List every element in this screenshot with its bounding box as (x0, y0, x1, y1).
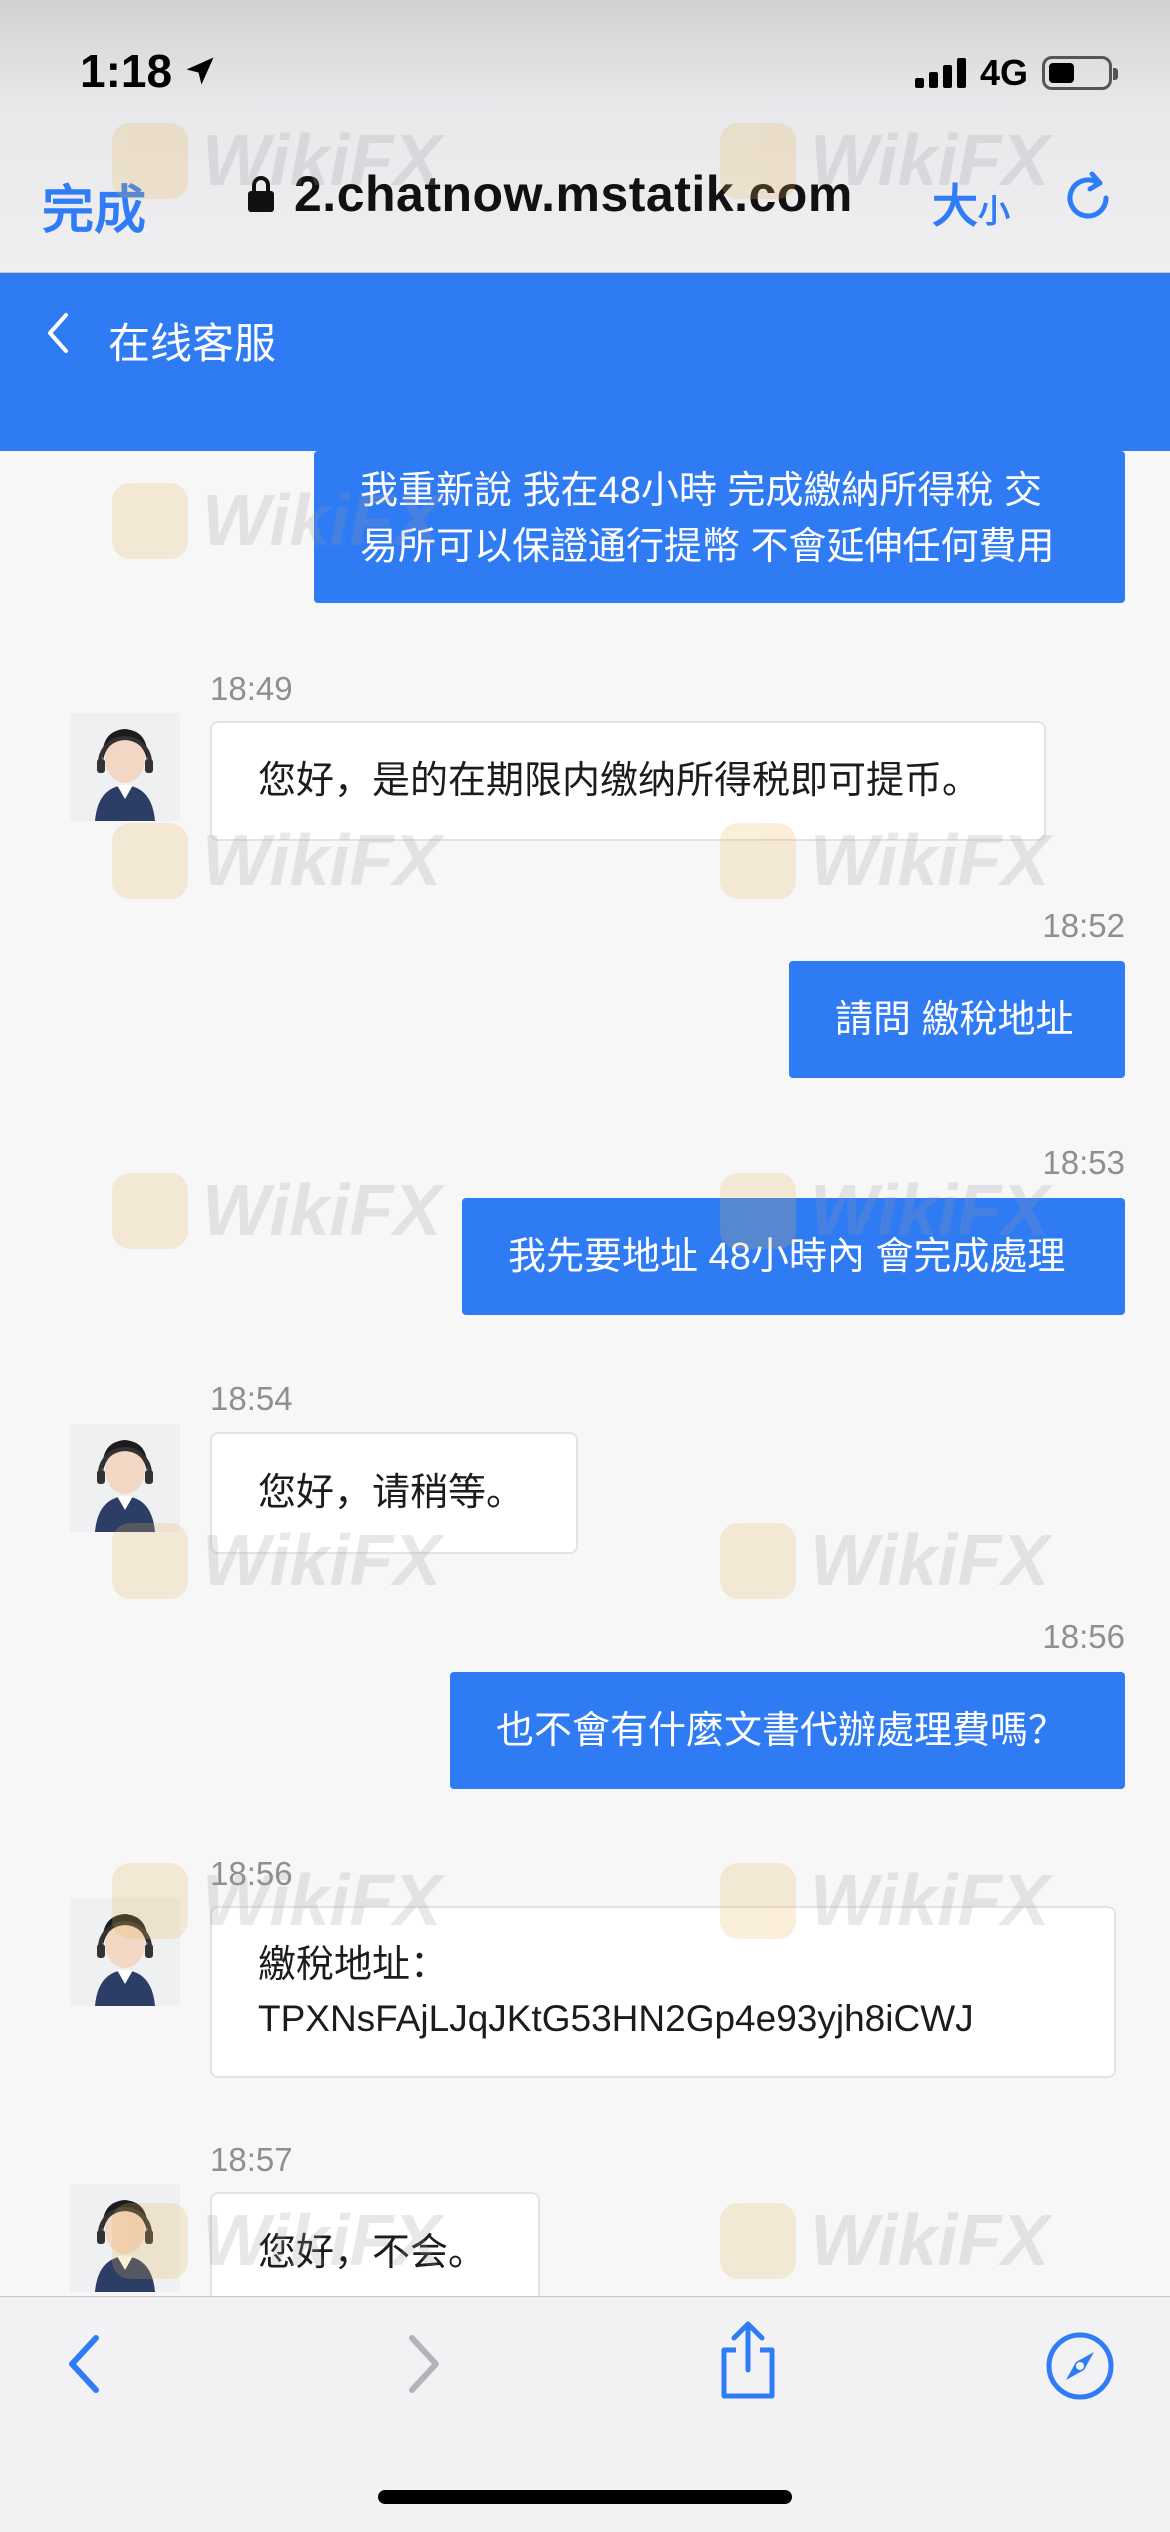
url-text: 2.chatnow.mstatik.com (294, 166, 853, 222)
status-indicators: 4G (914, 52, 1118, 94)
message-text: 您好，请稍等。 (258, 1472, 525, 1514)
message-timestamp: 18:54 (210, 1380, 293, 1417)
message-text: 請問 繳稅地址 (835, 998, 1074, 1041)
share-icon[interactable] (716, 2318, 780, 2400)
status-time: 1:18 (80, 44, 218, 98)
clock: 1:18 (80, 45, 173, 97)
message-bubble-sent: 我先要地址 48小時內 會完成處理 (462, 1198, 1125, 1315)
message-timestamp: 18:56 (210, 1855, 293, 1892)
message-timestamp: 18:57 (210, 2141, 293, 2178)
agent-avatar-icon (70, 2184, 180, 2292)
chat-messages[interactable]: 我重新說 我在48小時 完成繳納所得稅 交 易所可以保證通行提幣 不會延伸任何費… (0, 451, 1170, 2296)
agent-avatar-icon (70, 713, 180, 821)
message-bubble-sent: 我重新說 我在48小時 完成繳納所得稅 交 易所可以保證通行提幣 不會延伸任何費… (314, 451, 1125, 603)
network-type: 4G (979, 52, 1028, 93)
message-timestamp: 18:53 (1042, 1144, 1125, 1181)
message-text-line: 我重新說 我在48小時 完成繳納所得稅 交 (360, 470, 1042, 512)
text-size-big: 大 (932, 180, 978, 232)
address-bar[interactable]: 2.chatnow.mstatik.com (246, 165, 853, 223)
home-indicator[interactable] (378, 2490, 792, 2504)
navigation-arrow-icon (186, 57, 214, 85)
message-text: 您好，是的在期限内缴纳所得税即可提币。 (258, 760, 981, 802)
browser-back-icon[interactable] (60, 2330, 110, 2398)
wallet-address[interactable]: TPXNsFAjLJqJKtG53HN2Gp4e93yjh8iCWJ (258, 1992, 1074, 2046)
text-size-small: 小 (978, 193, 1011, 229)
message-bubble-received: 您好，是的在期限内缴纳所得税即可提币。 (210, 721, 1046, 841)
message-text: 您好，不会。 (258, 2232, 487, 2274)
agent-avatar-icon (70, 1424, 180, 1532)
page-title: 在线客服 (108, 320, 277, 367)
message-timestamp: 18:52 (1042, 907, 1125, 944)
message-text: 也不會有什麼文書代辦處理費嗎？ (496, 1709, 1067, 1752)
done-button[interactable]: 完成 (42, 168, 146, 243)
back-chevron-icon[interactable] (42, 310, 76, 356)
message-bubble-sent: 也不會有什麼文書代辦處理費嗎？ (450, 1672, 1125, 1789)
message-bubble-received: 繳稅地址： TPXNsFAjLJqJKtG53HN2Gp4e93yjh8iCWJ (210, 1906, 1116, 2078)
message-timestamp: 18:56 (1042, 1618, 1125, 1655)
message-bubble-sent: 請問 繳稅地址 (789, 961, 1125, 1078)
agent-avatar-icon (70, 1898, 180, 2006)
message-bubble-received: 您好，不会。 (210, 2192, 540, 2296)
signal-icon (914, 58, 966, 88)
message-timestamp: 18:49 (210, 670, 293, 707)
text-size-button[interactable]: 大 小 (932, 170, 1010, 236)
reload-icon[interactable] (1062, 168, 1116, 228)
battery-icon (1042, 56, 1118, 90)
message-text-line: 易所可以保證通行提幣 不會延伸任何費用 (360, 526, 1055, 568)
compass-icon[interactable] (1044, 2330, 1116, 2402)
message-text: 我先要地址 48小時內 會完成處理 (508, 1235, 1066, 1278)
browser-forward-icon[interactable] (398, 2330, 448, 2398)
lock-icon (248, 176, 274, 212)
browser-top-bar: 1:18 4G 完成 2.chatnow.mstatik.com 大 小 (0, 0, 1170, 273)
message-text-line: 繳稅地址： (258, 1944, 449, 1986)
message-bubble-received: 您好，请稍等。 (210, 1432, 578, 1554)
